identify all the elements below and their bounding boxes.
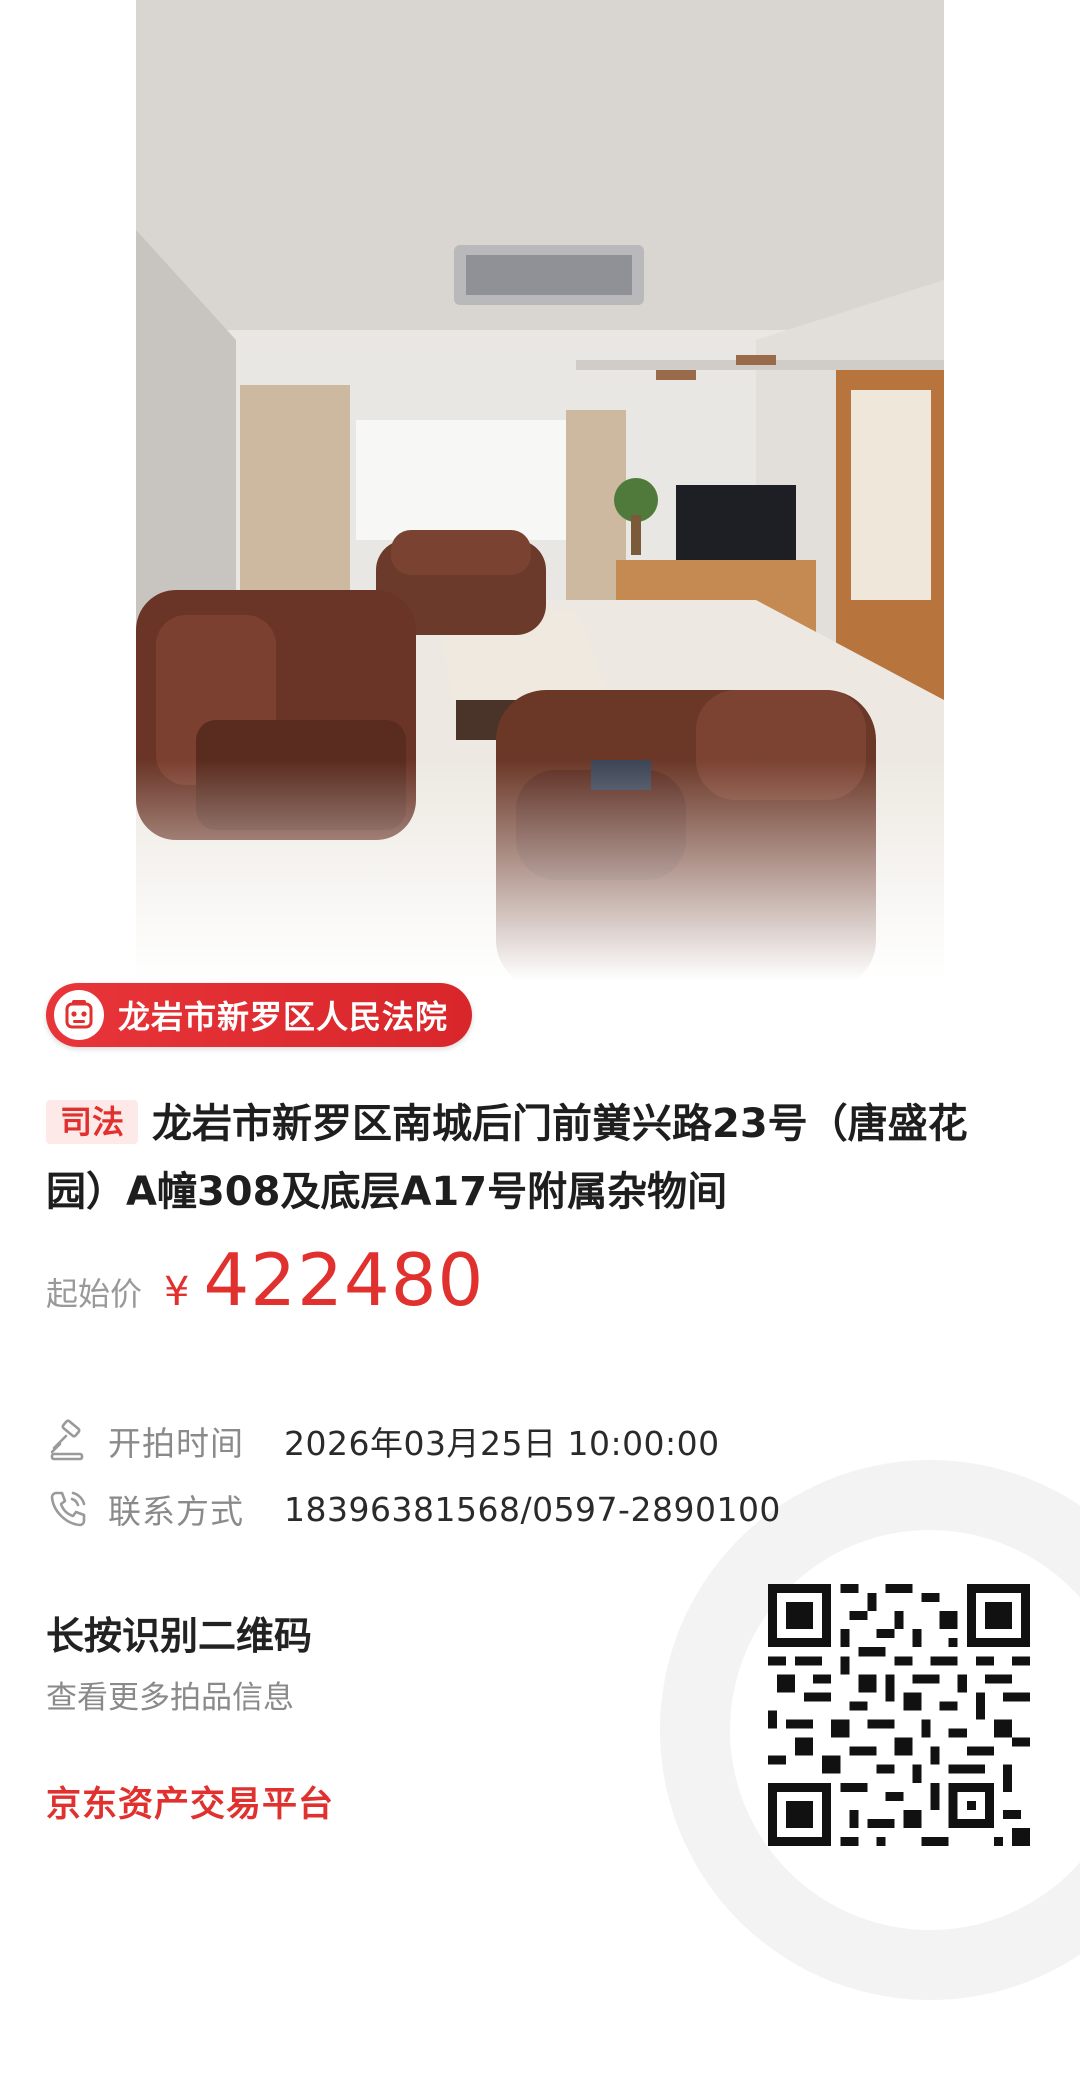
qr-title: 长按识别二维码	[46, 1614, 313, 1658]
auction-gavel-icon	[50, 1419, 84, 1461]
qr-code[interactable]	[768, 1584, 1030, 1846]
qr-code-image[interactable]	[768, 1584, 1030, 1846]
listing-title-text: 龙岩市新罗区南城后门前黉兴路23号（唐盛花园）A幢308及底层A17号附属杂物间	[46, 1101, 968, 1215]
court-name: 龙岩市新罗区人民法院	[118, 998, 449, 1036]
court-seal-icon	[54, 990, 104, 1040]
contact-value[interactable]: 18396381568/0597-2890100	[284, 1490, 781, 1529]
photo-fade-overlay	[136, 760, 944, 1000]
start-time-value: 2026年03月25日 10:00:00	[284, 1424, 720, 1463]
court-badge: 龙岩市新罗区人民法院	[46, 983, 473, 1047]
platform-logo-text: 京东资产交易平台	[46, 1785, 335, 1825]
listing-title: 司法 龙岩市新罗区南城后门前黉兴路23号（唐盛花园）A幢308及底层A17号附属杂…	[46, 1090, 1026, 1226]
listing-title-block: 司法 龙岩市新罗区南城后门前黉兴路23号（唐盛花园）A幢308及底层A17号附属杂…	[46, 1090, 1026, 1226]
price-currency: ¥	[164, 1269, 190, 1315]
qr-subtitle: 查看更多拍品信息	[46, 1680, 294, 1716]
price-value: 422480	[203, 1238, 485, 1322]
judicial-tag: 司法	[46, 1100, 139, 1144]
starting-price: 起始价 ¥ 422480	[46, 1238, 484, 1322]
price-label: 起始价	[46, 1275, 143, 1313]
start-time-row: 开拍时间 2026年03月25日 10:00:00	[46, 1416, 720, 1466]
contact-row: 联系方式 18396381568/0597-2890100	[46, 1484, 781, 1534]
phone-icon	[50, 1491, 86, 1527]
start-time-label: 开拍时间	[108, 1424, 244, 1463]
property-photo	[136, 0, 944, 1000]
contact-label: 联系方式	[108, 1492, 244, 1531]
